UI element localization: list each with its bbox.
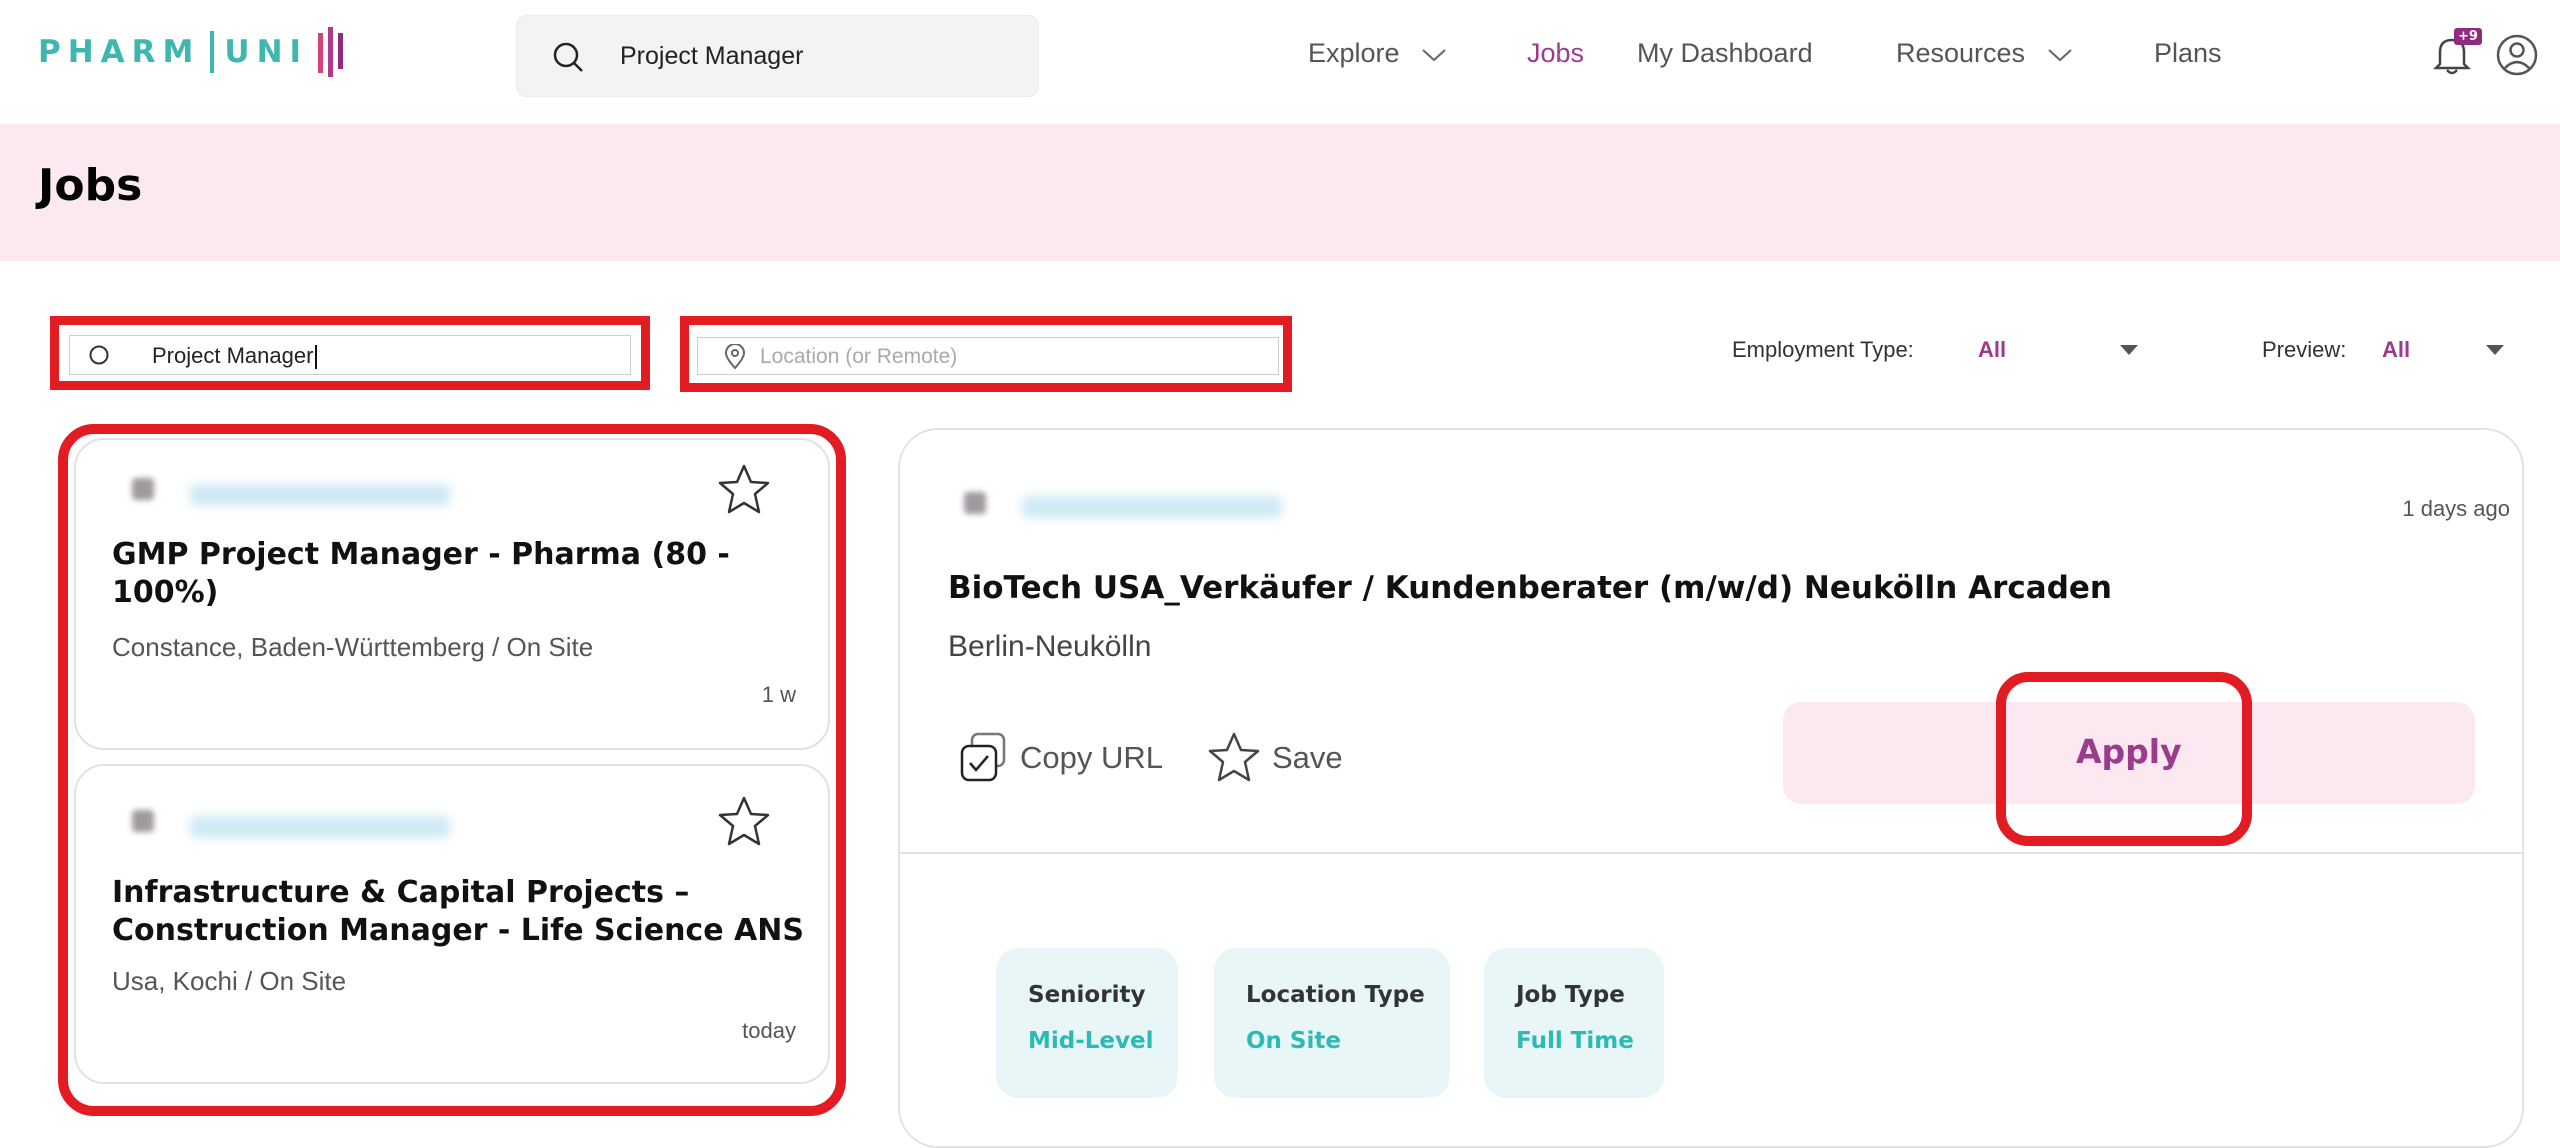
job-card-age: 1 w xyxy=(761,682,796,707)
nav-my-dashboard[interactable]: My Dashboard xyxy=(1637,38,1813,69)
attribute-value: Mid-Level xyxy=(1028,1028,1154,1054)
logo-text-right: UNI xyxy=(224,34,309,70)
page-title: Jobs xyxy=(38,160,143,211)
job-card-title: GMP Project Manager - Pharma (80 - 100%) xyxy=(112,537,730,610)
attribute-value: On Site xyxy=(1246,1028,1341,1054)
employment-type-label: Employment Type: xyxy=(1732,337,1914,362)
location-filter: Location (or Remote) xyxy=(680,316,1292,392)
nav-jobs[interactable]: Jobs xyxy=(1527,38,1584,69)
job-card[interactable]: Infrastructure & Capital Projects – Cons… xyxy=(74,764,830,1084)
search-icon xyxy=(89,345,109,365)
company-name-blurred xyxy=(190,816,450,838)
text-cursor xyxy=(315,345,318,370)
pharmuni-logo[interactable]: PHARM UNI xyxy=(38,22,350,82)
preview-label: Preview: xyxy=(2262,337,2347,362)
header-search-bar[interactable]: Project Manager xyxy=(516,15,1039,97)
job-card[interactable]: GMP Project Manager - Pharma (80 - 100%)… xyxy=(74,438,830,750)
employment-type-dropdown-arrow[interactable] xyxy=(2120,345,2138,355)
notification-badge: +9 xyxy=(2454,28,2482,45)
job-card-age: today xyxy=(742,1018,796,1043)
copy-link-icon xyxy=(960,732,1006,782)
preview-value[interactable]: All xyxy=(2382,337,2410,363)
company-logo xyxy=(132,478,154,500)
attribute-location-type: Location Type On Site xyxy=(1214,948,1450,1098)
job-detail-location: Berlin-Neukölln xyxy=(948,630,1152,663)
copy-url-label: Copy URL xyxy=(1020,740,1163,775)
star-icon xyxy=(1208,732,1260,782)
nav-resources-label: Resources xyxy=(1896,38,2026,68)
company-name-blurred xyxy=(190,484,450,506)
attribute-label: Job Type xyxy=(1516,982,1625,1008)
preview-dropdown-arrow[interactable] xyxy=(2486,345,2504,355)
logo-mark-icon xyxy=(318,27,344,77)
job-search-value: Project Manager xyxy=(152,343,318,370)
attribute-value: Full Time xyxy=(1516,1028,1634,1054)
attribute-label: Location Type xyxy=(1246,982,1425,1008)
job-search-text: Project Manager xyxy=(152,343,314,368)
nav-jobs-label: Jobs xyxy=(1527,38,1585,68)
save-label: Save xyxy=(1272,740,1343,775)
job-card-title: Infrastructure & Capital Projects – Cons… xyxy=(112,875,804,948)
job-search-filter: Project Manager xyxy=(50,316,650,390)
user-avatar[interactable] xyxy=(2496,34,2538,80)
attribute-seniority: Seniority Mid-Level xyxy=(996,948,1178,1098)
location-placeholder: Location (or Remote) xyxy=(760,345,958,368)
notifications-button[interactable]: +9 xyxy=(2432,28,2482,80)
nav-explore-label: Explore xyxy=(1308,38,1400,68)
attribute-job-type: Job Type Full Time xyxy=(1484,948,1664,1098)
save-button[interactable]: Save xyxy=(1206,730,1343,786)
company-logo xyxy=(132,810,154,832)
copy-url-button[interactable]: Copy URL xyxy=(956,730,1163,786)
logo-divider xyxy=(210,31,215,73)
job-card-location: Usa, Kochi / On Site xyxy=(112,966,347,996)
nav-plans-label: Plans xyxy=(2154,38,2222,68)
page-header: Jobs xyxy=(0,124,2560,261)
logo-text-left: PHARM xyxy=(38,34,201,70)
nav-explore[interactable]: Explore xyxy=(1308,38,1447,69)
user-profile-icon xyxy=(2496,34,2538,76)
top-navigation-bar: PHARM UNI Project Manager Explore Jobs M… xyxy=(0,0,2560,120)
apply-button-label[interactable]: Apply xyxy=(2076,732,2182,771)
employment-type-value[interactable]: All xyxy=(1978,337,2006,363)
location-pin-icon xyxy=(724,344,746,370)
save-star-icon[interactable] xyxy=(716,462,772,518)
company-logo xyxy=(964,492,986,514)
job-detail-title: BioTech USA_Verkäufer / Kundenberater (m… xyxy=(948,570,2112,606)
location-input[interactable]: Location (or Remote) xyxy=(697,337,1279,375)
chevron-down-icon xyxy=(1422,49,1446,62)
search-icon xyxy=(553,42,583,72)
divider xyxy=(900,852,2522,854)
attribute-label: Seniority xyxy=(1028,982,1146,1008)
posted-time: 1 days ago xyxy=(2402,496,2510,521)
job-card-location: Constance, Baden-Württemberg / On Site xyxy=(112,632,594,662)
save-star-icon[interactable] xyxy=(716,794,772,850)
chevron-down-icon xyxy=(2047,49,2072,62)
nav-plans[interactable]: Plans xyxy=(2154,38,2222,69)
nav-resources[interactable]: Resources xyxy=(1896,38,2073,69)
company-name-blurred xyxy=(1022,496,1282,518)
header-search-value[interactable]: Project Manager xyxy=(620,42,803,71)
job-detail-panel: 1 days ago BioTech USA_Verkäufer / Kunde… xyxy=(898,428,2524,1148)
nav-my-dashboard-label: My Dashboard xyxy=(1637,38,1813,68)
job-search-input[interactable]: Project Manager xyxy=(69,335,631,375)
